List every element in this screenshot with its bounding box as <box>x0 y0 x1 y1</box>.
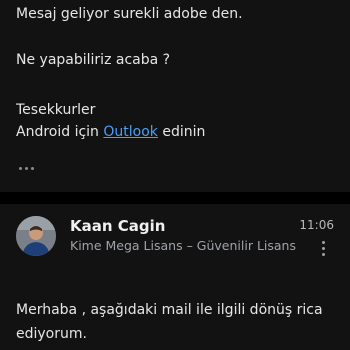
dot <box>321 246 325 250</box>
avatar-photo-icon <box>16 216 56 256</box>
dot <box>30 166 34 170</box>
message-header[interactable]: Kaan Cagin Kime Mega Lisans – Güvenilir … <box>0 204 350 274</box>
show-quoted-text-ellipsis-icon[interactable] <box>12 160 40 176</box>
avatar[interactable] <box>16 216 56 256</box>
dot <box>18 166 22 170</box>
message-time: 11:06 <box>299 218 334 232</box>
dot <box>321 252 325 256</box>
dot <box>24 166 28 170</box>
more-vertical-icon[interactable] <box>318 238 328 258</box>
sender-name: Kaan Cagin <box>70 217 166 235</box>
message-body: Merhaba , aşağıdaki mail ile ilgili dönü… <box>16 302 323 342</box>
signature-line: Android için Outlook edinin <box>16 122 205 142</box>
signature-prefix: Android için <box>16 124 104 140</box>
message-line: Mesaj geliyor surekli adobe den. <box>16 6 243 22</box>
previous-message-body: Mesaj geliyor surekli adobe den. Ne yapa… <box>0 0 350 192</box>
message-line: Ne yapabiliriz acaba ? <box>16 52 171 68</box>
message-line: Tesekkurler <box>16 102 96 118</box>
message-divider <box>0 192 350 204</box>
recipients-line[interactable]: Kime Mega Lisans – Güvenilir Lisans <box>70 237 298 255</box>
dot <box>321 240 325 244</box>
outlook-link[interactable]: Outlook <box>103 124 158 140</box>
signature-suffix: edinin <box>157 124 206 140</box>
